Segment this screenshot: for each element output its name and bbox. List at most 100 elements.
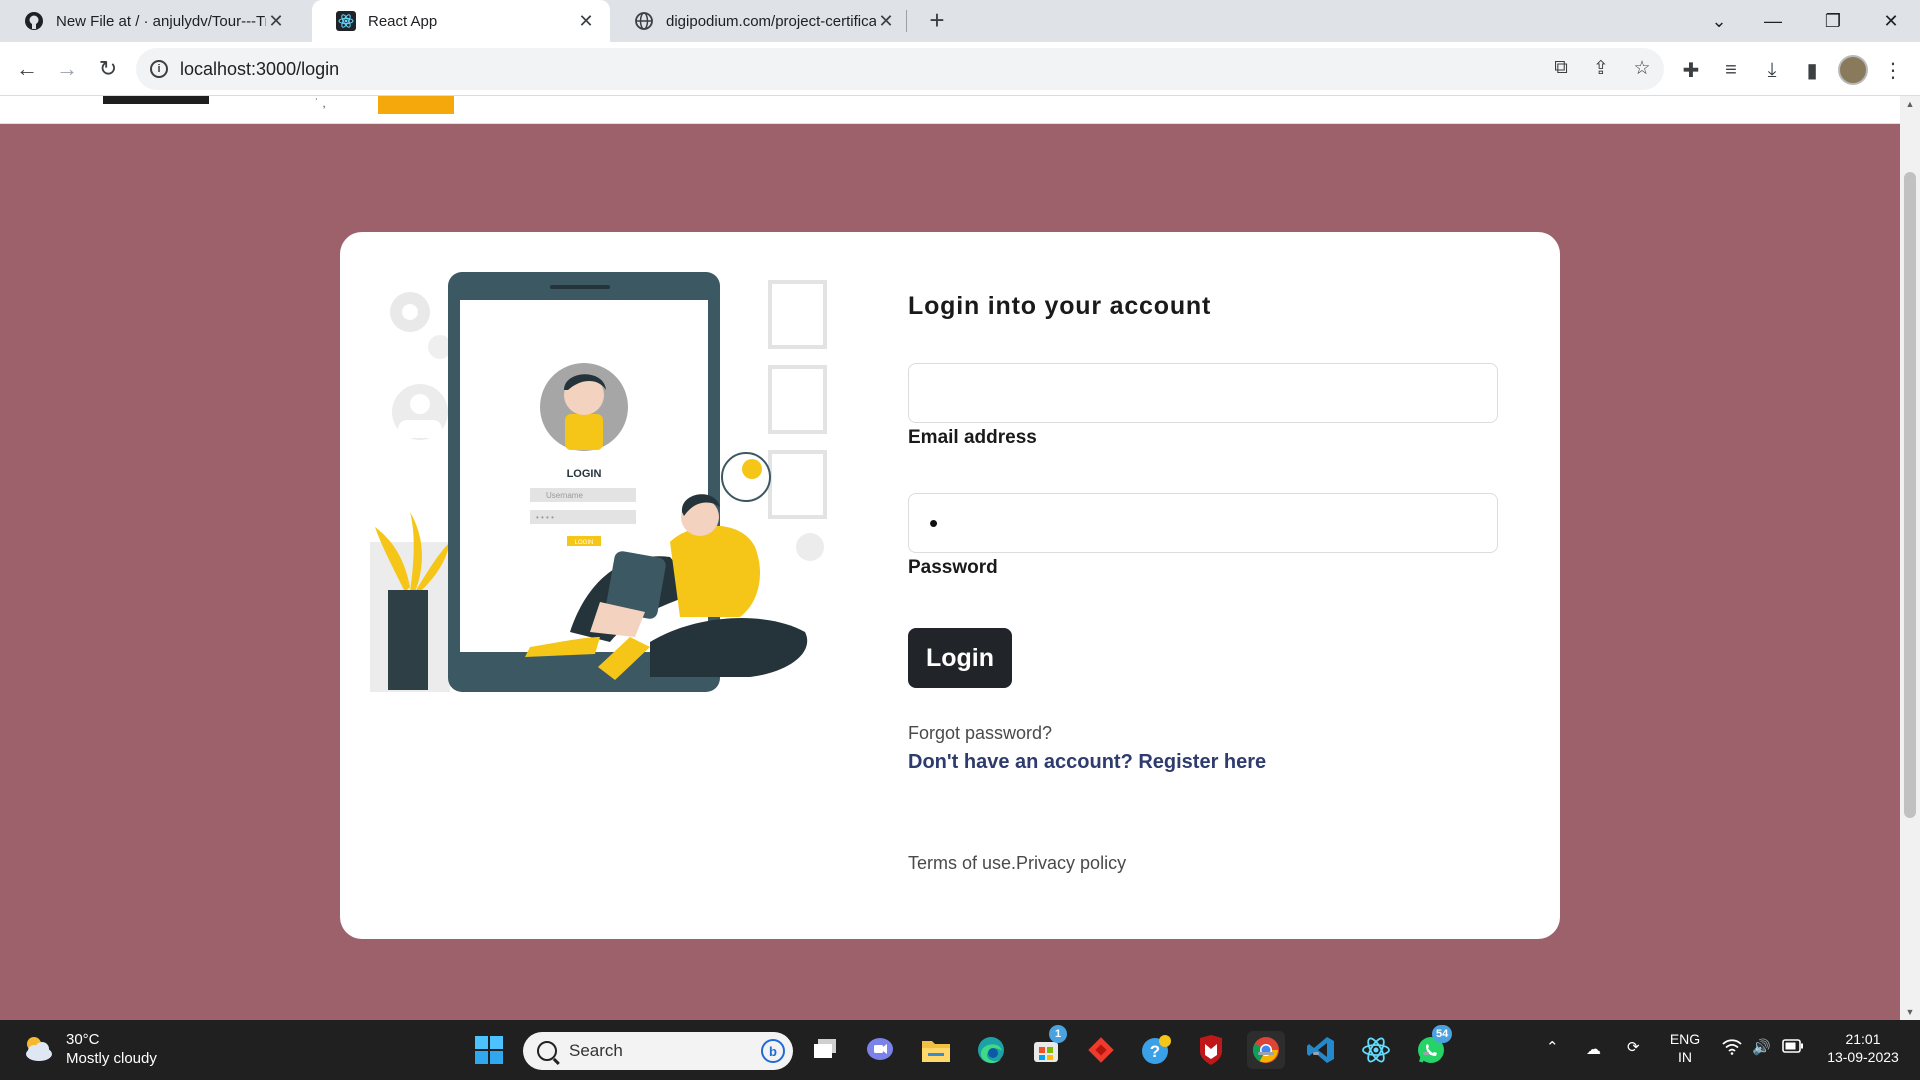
svg-text:?: ?	[1150, 1042, 1160, 1061]
illustration-password-mask: • • • •	[536, 513, 554, 522]
whatsapp-icon[interactable]: 54	[1412, 1025, 1453, 1069]
clock-time: 21:01	[1845, 1031, 1881, 1047]
email-label: Email address	[908, 427, 1037, 448]
scroll-down-icon[interactable]: ▼	[1900, 1004, 1920, 1020]
clock-date: 13-09-2023	[1827, 1049, 1899, 1065]
navbar-dark-block[interactable]	[103, 96, 209, 104]
tab-separator	[906, 10, 907, 32]
minimize-icon[interactable]: —	[1744, 0, 1802, 42]
weather-widget[interactable]: 30°C Mostly cloudy	[20, 1030, 157, 1068]
language-line1: ENG	[1669, 1031, 1701, 1047]
terms-privacy-links[interactable]: Terms of use.Privacy policy	[908, 853, 1126, 874]
site-info-icon[interactable]: i	[150, 60, 168, 78]
address-bar[interactable]: i localhost:3000/login	[136, 48, 1664, 90]
search-icon	[537, 1041, 557, 1061]
close-window-icon[interactable]: ✕	[1862, 0, 1920, 42]
forward-arrow-icon[interactable]: →	[52, 54, 82, 84]
whatsapp-running-indicator	[1423, 1052, 1429, 1055]
weather-temperature: 30°C	[66, 1031, 100, 1048]
github-icon	[24, 11, 44, 31]
windows-start-icon[interactable]	[470, 1031, 508, 1069]
windows-taskbar: 30°C Mostly cloudy Search b 1 ? 54 ⌃ ☁ ⟳…	[0, 1020, 1920, 1080]
reload-icon[interactable]: ↻	[93, 54, 123, 84]
language-indicator[interactable]: ENG IN	[1667, 1030, 1703, 1066]
scroll-thumb[interactable]	[1904, 172, 1916, 818]
share-icon[interactable]: ⇪	[1588, 55, 1614, 81]
whatsapp-badge: 54	[1432, 1025, 1453, 1043]
reading-list-icon[interactable]: ≡	[1716, 55, 1746, 85]
navbar-orange-button[interactable]	[378, 96, 454, 114]
scroll-up-icon[interactable]: ▲	[1900, 96, 1920, 112]
close-tab-icon[interactable]: ✕	[576, 11, 596, 32]
tab-search-chevron-icon[interactable]: ⌄	[1690, 0, 1748, 42]
react-devtools-icon[interactable]	[1357, 1031, 1395, 1069]
email-input[interactable]	[909, 364, 1497, 422]
site-navbar: ˙ ,	[0, 96, 1900, 124]
tab-github[interactable]: New File at / · anjulydv/Tour---Tra ✕	[0, 0, 300, 42]
wifi-icon[interactable]	[1722, 1039, 1742, 1055]
close-tab-icon[interactable]: ✕	[876, 11, 896, 32]
vscode-running-indicator	[1313, 1052, 1319, 1055]
tab-title: React App	[368, 12, 438, 30]
taskbar-search[interactable]: Search b	[523, 1032, 793, 1070]
tab-digipodium[interactable]: digipodium.com/project-certifica ✕	[610, 0, 910, 42]
language-line2: IN	[1678, 1049, 1692, 1065]
open-in-app-icon[interactable]: ⧉	[1548, 55, 1574, 81]
extensions-icon[interactable]: ✚	[1676, 55, 1706, 85]
email-field[interactable]	[908, 363, 1498, 423]
vscode-icon[interactable]	[1302, 1031, 1340, 1069]
page-scrollbar[interactable]: ▲ ▼	[1900, 96, 1920, 1020]
login-illustration: LOGIN Username • • • • LOGIN	[370, 272, 827, 692]
password-label: Password	[908, 557, 998, 578]
sync-icon[interactable]: ⟳	[1627, 1038, 1640, 1056]
teams-chat-icon[interactable]	[861, 1031, 899, 1069]
download-icon[interactable]: ⤓	[1757, 55, 1787, 85]
register-link[interactable]: Don't have an account? Register here	[908, 751, 1266, 774]
browser-tab-bar: New File at / · anjulydv/Tour---Tra ✕ Re…	[0, 0, 1920, 42]
bookmark-star-icon[interactable]: ☆	[1629, 55, 1655, 81]
password-input[interactable]	[909, 494, 1497, 552]
show-hidden-icons-chevron[interactable]: ⌃	[1546, 1038, 1559, 1056]
tab-title: digipodium.com/project-certifica	[666, 12, 876, 30]
weather-condition: Mostly cloudy	[66, 1050, 157, 1067]
onedrive-icon[interactable]: ☁	[1586, 1040, 1601, 1058]
search-placeholder: Search	[569, 1041, 623, 1060]
store-badge: 1	[1049, 1025, 1067, 1043]
system-clock[interactable]: 21:01 13-09-2023	[1818, 1030, 1908, 1066]
browser-toolbar: ← → ↻ i localhost:3000/login ⧉ ⇪ ☆	[0, 42, 1920, 96]
cloudy-weather-icon	[26, 1037, 52, 1061]
tab-react-app[interactable]: React App ✕	[312, 0, 610, 42]
restore-icon[interactable]: ❐	[1804, 0, 1862, 42]
new-tab-icon[interactable]: +	[922, 6, 952, 36]
battery-icon[interactable]	[1782, 1039, 1804, 1053]
close-tab-icon[interactable]: ✕	[266, 11, 286, 32]
illustration-username: Username	[546, 491, 583, 500]
file-explorer-icon[interactable]	[917, 1031, 955, 1069]
login-card: LOGIN Username • • • • LOGIN Login into …	[340, 232, 1560, 939]
volume-icon[interactable]: 🔊	[1752, 1038, 1771, 1056]
chrome-icon[interactable]	[1247, 1031, 1285, 1069]
microsoft-store-icon[interactable]: 1	[1027, 1025, 1067, 1069]
back-arrow-icon[interactable]: ←	[12, 54, 42, 84]
profile-avatar[interactable]	[1838, 55, 1868, 85]
anydesk-icon[interactable]	[1082, 1031, 1120, 1069]
illustration-login-button: LOGIN	[575, 540, 594, 546]
menu-kebab-icon[interactable]: ⋮	[1878, 55, 1908, 85]
side-panel-icon[interactable]: ▮	[1797, 55, 1827, 85]
tab-title: New File at / · anjulydv/Tour---Tra	[56, 12, 266, 30]
globe-icon	[634, 11, 654, 31]
bing-icon[interactable]: b	[761, 1039, 785, 1063]
password-field[interactable]	[908, 493, 1498, 553]
task-view-icon[interactable]	[806, 1031, 844, 1069]
chrome-active-indicator	[1258, 1052, 1274, 1055]
form-title: Login into your account	[908, 292, 1212, 320]
edge-browser-icon[interactable]	[972, 1031, 1010, 1069]
mcafee-shield-icon[interactable]	[1192, 1031, 1230, 1069]
url-text: localhost:3000/login	[180, 58, 340, 79]
illustration-login-text: LOGIN	[567, 468, 602, 480]
react-icon	[336, 11, 356, 31]
forgot-password-link[interactable]: Forgot password?	[908, 723, 1052, 744]
navbar-fragment: ˙ ,	[315, 96, 326, 110]
get-help-icon[interactable]: ?	[1137, 1031, 1175, 1069]
login-button[interactable]: Login	[908, 628, 1012, 688]
